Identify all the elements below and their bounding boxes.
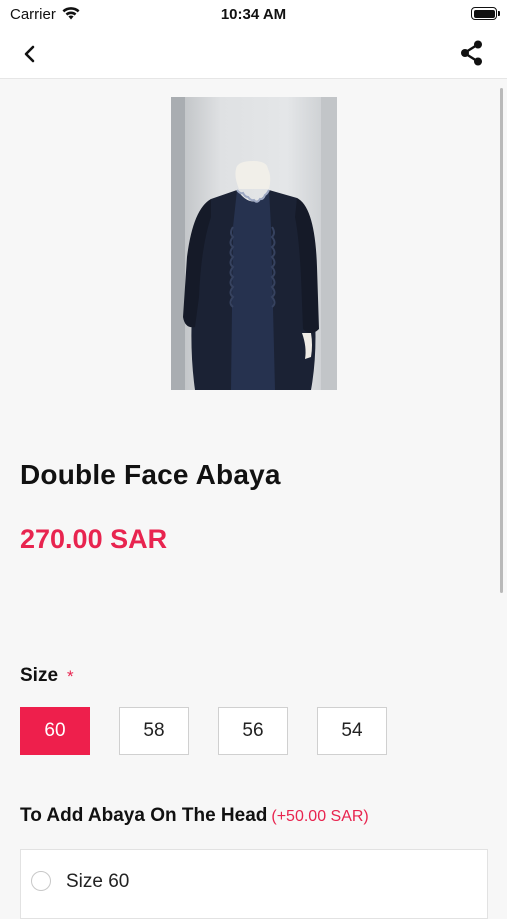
required-marker: * <box>67 667 74 686</box>
addon-option[interactable]: Size 60 <box>20 849 488 919</box>
addon-title: To Add Abaya On The Head (+50.00 SAR) <box>20 805 369 827</box>
size-option-60[interactable]: 60 <box>20 707 90 755</box>
product-title: Double Face Abaya <box>20 459 281 490</box>
addon-price: (+50.00 SAR) <box>271 808 369 825</box>
status-bar: Carrier 10:34 AM <box>0 0 507 30</box>
nav-bar <box>0 30 507 79</box>
size-label: Size <box>20 665 59 686</box>
addon-title-text: To Add Abaya On The Head <box>20 805 268 826</box>
radio-button[interactable] <box>31 871 51 891</box>
addon-option-label: Size 60 <box>66 871 130 892</box>
share-icon <box>461 40 482 66</box>
scrollbar[interactable] <box>500 88 503 593</box>
size-option-54[interactable]: 54 <box>317 707 387 755</box>
status-time: 10:34 AM <box>220 6 287 23</box>
size-option-58[interactable]: 58 <box>119 707 189 755</box>
product-image <box>171 97 337 390</box>
share-button[interactable] <box>457 38 487 68</box>
battery-icon <box>471 7 500 20</box>
chevron-left-icon <box>24 45 35 63</box>
size-option-56[interactable]: 56 <box>218 707 288 755</box>
product-price: 270.00 SAR <box>20 524 168 554</box>
back-button[interactable] <box>16 40 44 68</box>
